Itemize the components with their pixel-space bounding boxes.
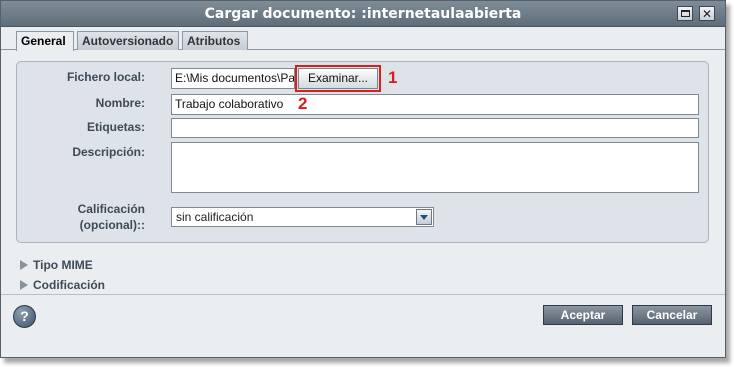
highlight-box bbox=[295, 65, 381, 92]
rating-select-value: sin calificación bbox=[176, 210, 254, 224]
description-label: Descripción: bbox=[72, 145, 145, 159]
callout-marker-1: 1 bbox=[388, 68, 398, 87]
rating-label: Calificación (opcional):: bbox=[15, 201, 145, 233]
encoding-expander[interactable]: Codificación bbox=[20, 277, 105, 293]
maximize-icon bbox=[680, 10, 690, 17]
expand-triangle-icon bbox=[20, 260, 28, 270]
maximize-button[interactable] bbox=[677, 6, 693, 21]
cancel-button[interactable]: Cancelar bbox=[632, 305, 712, 325]
expand-triangle-icon bbox=[20, 280, 28, 290]
accept-button[interactable]: Aceptar bbox=[543, 305, 623, 325]
close-button[interactable]: ✕ bbox=[699, 6, 715, 21]
name-label: Nombre: bbox=[95, 96, 145, 110]
name-field[interactable]: Trabajo colaborativo bbox=[171, 94, 699, 115]
rating-label-line2: (opcional):: bbox=[79, 218, 145, 232]
help-button[interactable]: ? bbox=[13, 305, 36, 328]
tags-label: Etiquetas: bbox=[86, 120, 145, 134]
local-file-label: Fichero local: bbox=[66, 70, 145, 84]
mime-type-label: Tipo MIME bbox=[33, 258, 93, 272]
description-textarea[interactable] bbox=[171, 142, 699, 193]
tab-bar: General Autoversionado Atributos bbox=[1, 28, 725, 51]
chevron-down-icon bbox=[420, 214, 428, 220]
mime-type-expander[interactable]: Tipo MIME bbox=[20, 257, 93, 273]
rating-select[interactable]: sin calificación bbox=[171, 207, 434, 227]
help-icon: ? bbox=[20, 308, 29, 324]
local-file-field[interactable]: E:\Mis documentos\Pa bbox=[171, 68, 295, 89]
upload-document-dialog: Cargar documento: :internetaulaabierta ✕… bbox=[0, 0, 726, 358]
encoding-label: Codificación bbox=[33, 278, 106, 292]
dropdown-arrow-button[interactable] bbox=[416, 209, 432, 225]
tags-field[interactable] bbox=[171, 118, 699, 138]
rating-label-line1: Calificación bbox=[77, 202, 145, 216]
tab-atributos[interactable]: Atributos bbox=[182, 31, 248, 50]
callout-marker-2: 2 bbox=[298, 94, 308, 113]
dialog-title: Cargar documento: :internetaulaabierta bbox=[204, 6, 522, 22]
title-bar[interactable]: Cargar documento: :internetaulaabierta ✕ bbox=[1, 1, 725, 27]
close-icon: ✕ bbox=[701, 6, 713, 21]
tab-general[interactable]: General bbox=[16, 31, 74, 51]
footer-divider bbox=[1, 294, 725, 295]
tab-autoversionado[interactable]: Autoversionado bbox=[77, 31, 179, 50]
